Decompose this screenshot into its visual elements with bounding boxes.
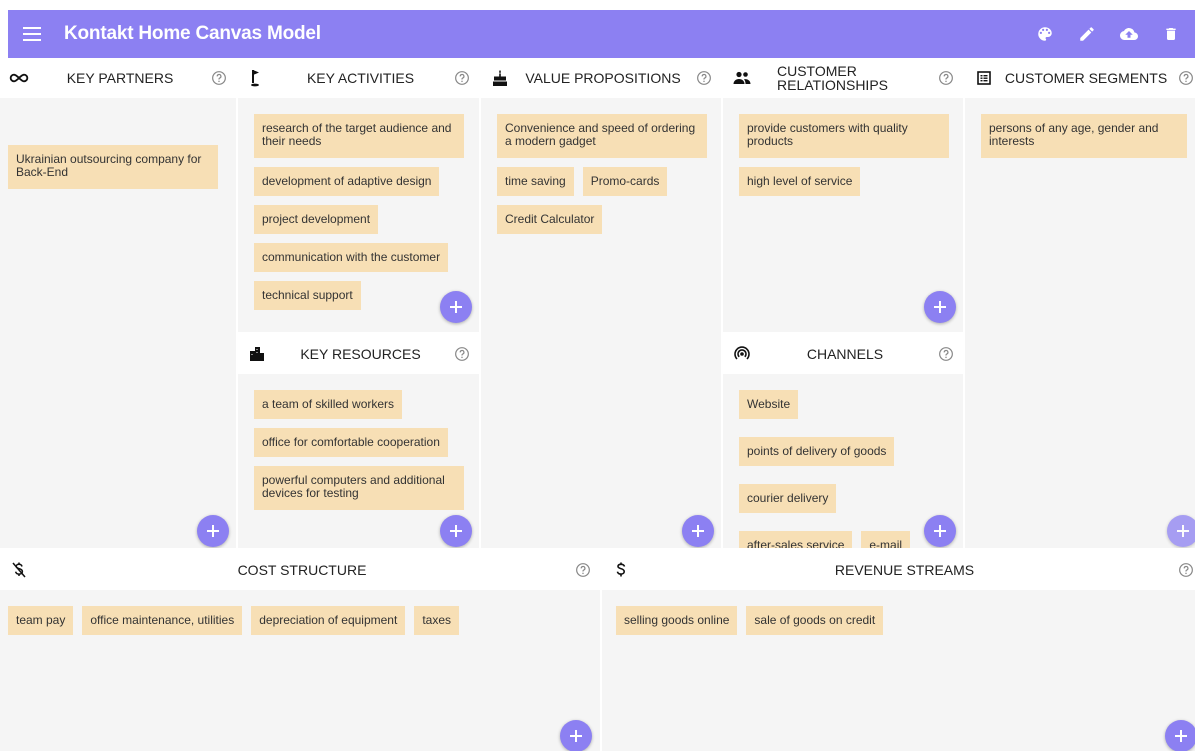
delete-icon[interactable] <box>1161 24 1181 44</box>
add-sticker-button[interactable] <box>440 291 472 323</box>
help-icon[interactable] <box>937 69 955 87</box>
block-header: COST STRUCTURE <box>0 550 600 590</box>
add-sticker-button[interactable] <box>560 720 592 751</box>
block-key-resources: KEY RESOURCES a team of skilled workers … <box>238 334 479 548</box>
block-header: KEY ACTIVITIES <box>238 58 479 98</box>
edit-icon[interactable] <box>1077 24 1097 44</box>
block-title: CHANNELS <box>806 346 884 362</box>
sticker[interactable]: sale of goods on credit <box>746 606 884 635</box>
sticker[interactable]: after-sales service <box>739 531 853 548</box>
sticker[interactable]: Credit Calculator <box>497 205 603 234</box>
sticker[interactable]: persons of any age, gender and interests <box>981 114 1187 158</box>
money-off-icon <box>8 559 30 581</box>
sticker[interactable]: Promo-cards <box>582 167 668 196</box>
sticker[interactable]: provide customers with quality products <box>739 114 949 158</box>
sticker[interactable]: Ukrainian outsourcing company for Back-E… <box>8 145 218 189</box>
sticker[interactable]: communication with the customer <box>254 243 449 272</box>
sticker[interactable]: research of the target audience and thei… <box>254 114 464 158</box>
help-icon[interactable] <box>574 561 592 579</box>
sticker[interactable]: powerful computers and additional device… <box>254 466 464 510</box>
sticker[interactable]: a team of skilled workers <box>254 390 403 419</box>
sticker[interactable]: Convenience and speed of ordering a mode… <box>497 114 707 158</box>
broadcast-icon <box>731 343 753 365</box>
add-sticker-button[interactable] <box>682 515 714 547</box>
menu-icon[interactable] <box>8 10 56 58</box>
block-customer-segments: CUSTOMER SEGMENTS persons of any age, ge… <box>965 58 1195 548</box>
add-sticker-button[interactable] <box>1167 515 1195 547</box>
dollar-icon <box>610 559 632 581</box>
help-icon[interactable] <box>695 69 713 87</box>
block-key-activities: KEY ACTIVITIES research of the target au… <box>238 58 479 332</box>
block-revenue-streams: REVENUE STREAMS selling goods online sal… <box>602 550 1195 751</box>
sticker[interactable]: office maintenance, utilities <box>82 606 243 635</box>
sticker[interactable]: e-mail <box>861 531 911 548</box>
app-bar: Kontakt Home Canvas Model <box>8 10 1195 58</box>
sticker[interactable]: points of delivery of goods <box>739 437 895 466</box>
block-title: KEY RESOURCES <box>300 346 421 362</box>
sticker[interactable]: selling goods online <box>616 606 738 635</box>
block-header: VALUE PROPOSITIONS <box>481 58 721 98</box>
block-header: KEY RESOURCES <box>238 334 479 374</box>
sticker[interactable]: Website <box>739 390 799 419</box>
sticker[interactable]: team pay <box>8 606 74 635</box>
people-icon <box>731 67 753 89</box>
help-icon[interactable] <box>453 69 471 87</box>
cloud-upload-icon[interactable] <box>1119 24 1139 44</box>
add-sticker-button[interactable] <box>440 515 472 547</box>
add-sticker-button[interactable] <box>924 291 956 323</box>
block-header: REVENUE STREAMS <box>602 550 1195 590</box>
golf-flag-icon <box>246 67 268 89</box>
block-title: VALUE PROPOSITIONS <box>525 70 681 86</box>
block-header: CHANNELS <box>723 334 963 374</box>
block-header: CUSTOMER RELATIONSHIPS <box>723 58 963 98</box>
app-title: Kontakt Home Canvas Model <box>64 23 321 44</box>
cake-icon <box>489 67 511 89</box>
sticker[interactable]: depreciation of equipment <box>251 606 406 635</box>
sticker[interactable]: courier delivery <box>739 484 837 513</box>
help-icon[interactable] <box>1177 69 1195 87</box>
block-title: REVENUE STREAMS <box>834 562 975 578</box>
block-title: CUSTOMER RELATIONSHIPS <box>777 63 888 93</box>
block-cost-structure: COST STRUCTURE team pay office maintenan… <box>0 550 600 751</box>
sticker[interactable]: development of adaptive design <box>254 167 440 196</box>
help-icon[interactable] <box>453 345 471 363</box>
block-key-partners: KEY PARTNERS Ukrainian outsourcing compa… <box>0 58 236 548</box>
sticker[interactable]: technical support <box>254 281 361 310</box>
list-box-icon <box>973 67 995 89</box>
sticker[interactable]: office for comfortable cooperation <box>254 428 448 457</box>
block-value-propositions: VALUE PROPOSITIONS Convenience and speed… <box>481 58 721 548</box>
help-icon[interactable] <box>210 69 228 87</box>
block-customer-relationships: CUSTOMER RELATIONSHIPS provide customers… <box>723 58 963 332</box>
sticker[interactable]: project development <box>254 205 379 234</box>
sticker[interactable]: taxes <box>414 606 459 635</box>
help-icon[interactable] <box>1177 561 1195 579</box>
add-sticker-button[interactable] <box>924 515 956 547</box>
block-header: CUSTOMER SEGMENTS <box>965 58 1195 98</box>
block-channels: CHANNELS Website points of delivery of g… <box>723 334 963 548</box>
block-title: KEY PARTNERS <box>66 70 174 86</box>
buildings-icon <box>246 343 268 365</box>
help-icon[interactable] <box>937 345 955 363</box>
block-title: KEY ACTIVITIES <box>306 70 415 86</box>
infinity-icon <box>8 67 30 89</box>
sticker[interactable]: high level of service <box>739 167 861 196</box>
block-header: KEY PARTNERS <box>0 58 236 98</box>
palette-icon[interactable] <box>1035 24 1055 44</box>
add-sticker-button[interactable] <box>197 515 229 547</box>
block-title: COST STRUCTURE <box>237 562 367 578</box>
sticker[interactable]: time saving <box>497 167 574 196</box>
block-title: CUSTOMER SEGMENTS <box>1004 70 1168 86</box>
add-sticker-button[interactable] <box>1165 720 1195 751</box>
